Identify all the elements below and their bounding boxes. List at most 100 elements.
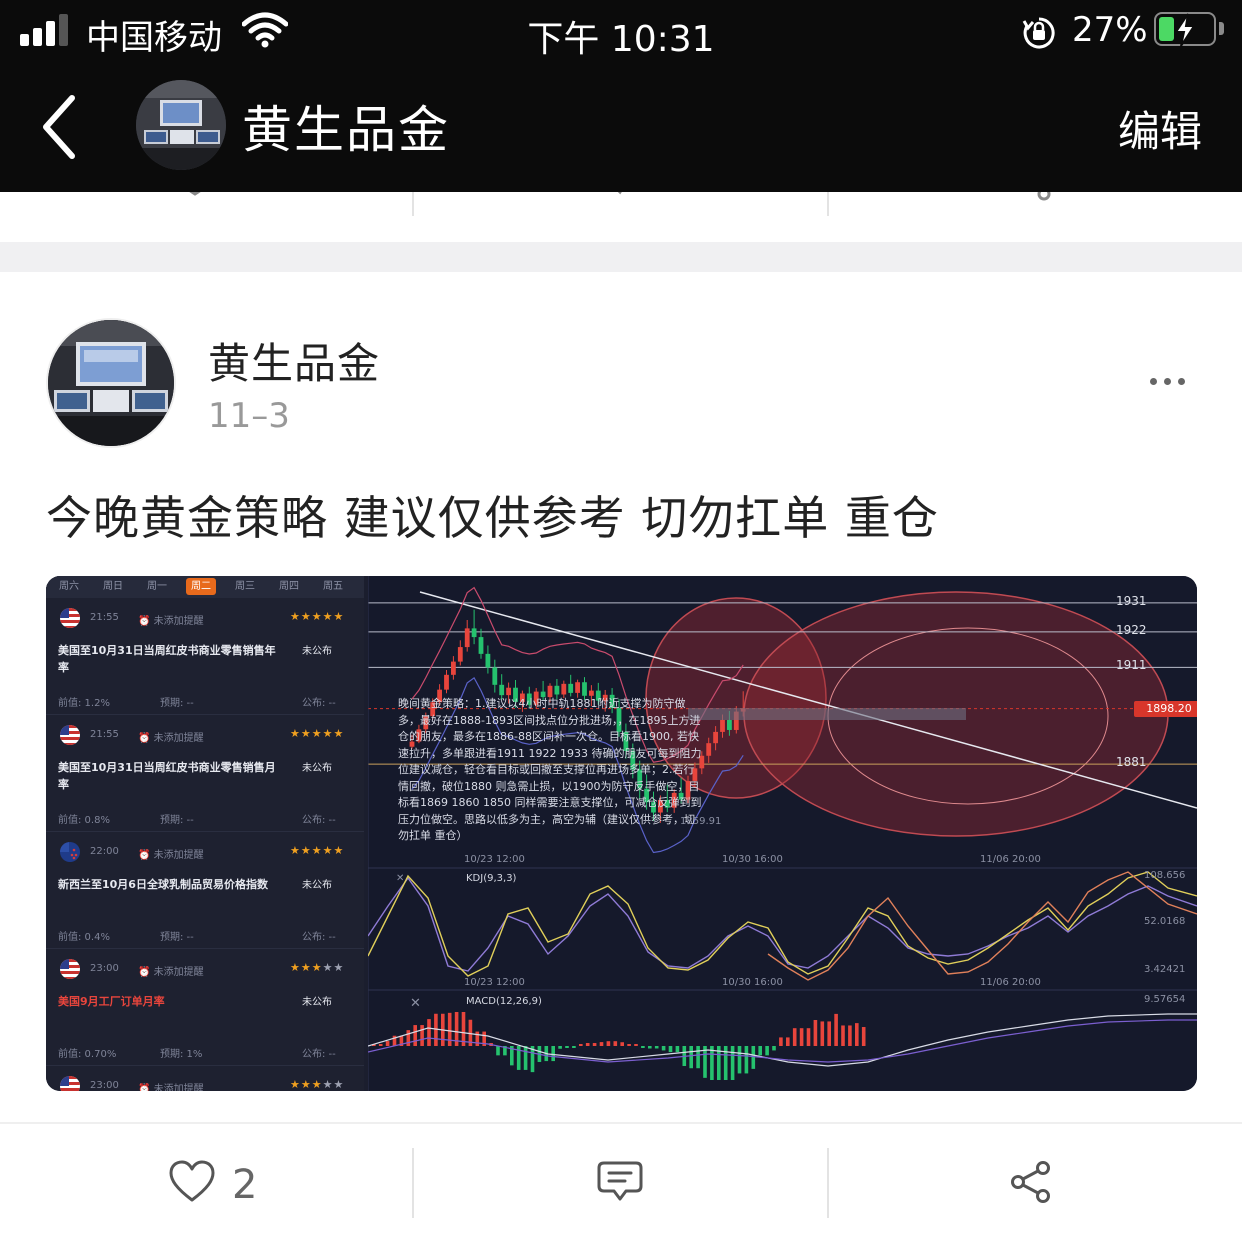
event-prev: 前值: 0.70% [58,1049,117,1060]
close-icon[interactable]: ✕ [410,996,421,1011]
macd-histogram-bar [427,1019,431,1046]
event-forecast: 预期: -- [160,815,194,826]
weekday-tab[interactable]: 周六 [54,578,84,595]
macd-histogram-bar [806,1028,811,1046]
weekday-tab[interactable]: 周五 [318,578,348,595]
event-prev: 前值: 1.2% [58,698,110,709]
macd-histogram-bar [606,1041,611,1046]
calendar-event[interactable]: 22:00 ⏰ 未添加提醒 ★★★★★ 新西兰至10月6日全球乳制品贸易价格指数 未公布… [46,832,364,949]
weekday-tab[interactable]: 周四 [274,578,304,595]
event-title: 美国至10月31日当周红皮书商业零售销售年率 [58,644,276,674]
reminder-label: 未添加提醒 [153,1084,204,1091]
share-icon [1011,1161,1050,1203]
author-avatar[interactable] [48,320,174,446]
macd-histogram-bar [565,1046,569,1048]
share-icon [1037,192,1051,201]
edit-button[interactable]: 编辑 [1118,98,1202,159]
candle-body [582,682,587,696]
current-price-tag: 1898.20 [1134,700,1197,717]
price-level-label: 1922 [1116,622,1147,637]
event-reminder[interactable]: ⏰ 未添加提醒 [138,846,204,861]
note-highlight-band [688,708,966,720]
post-image[interactable]: 周六 周日 周一 周二 周三 周四 周五 21:55 ⏰ 未添加提醒 ★★★★★ 美国至10月31… [46,576,1197,1091]
event-status: 未公布 [302,880,332,891]
nav-avatar[interactable] [136,80,226,170]
time-axis-label: 11/06 20:00 [980,854,1041,865]
macd-histogram-bar [475,1031,480,1046]
weekday-tab[interactable]: 周日 [98,578,128,595]
like-button[interactable]: 2 [0,1124,412,1235]
us-flag-icon [60,725,80,745]
weekday-tab[interactable]: 周二 [186,578,216,595]
kdj-k-line [367,871,1197,977]
macd-histogram-bar [689,1046,693,1069]
macd-histogram-bar [765,1046,769,1056]
post-text: 今晚黄金策略 建议仅供参考 切勿扛单 重仓 [46,491,939,545]
time-axis-label: 11/06 20:00 [980,977,1041,988]
kdj-axis-value: 3.42421 [1144,964,1186,975]
macd-histogram-bar [648,1046,652,1049]
macd-histogram-bar [841,1025,845,1046]
event-forecast: 预期: 1% [160,1049,203,1060]
candle-body [589,690,594,696]
price-level-label: 1931 [1116,593,1147,608]
macd-histogram-bar [696,1046,700,1069]
event-reminder[interactable]: ⏰ 未添加提醒 [138,963,204,978]
event-actual: 公布: -- [302,698,336,709]
event-reminder[interactable]: ⏰ 未添加提醒 [138,729,204,744]
event-actual: 公布: -- [302,815,336,826]
event-values: 前值: 0.4% 预期: -- 公布: -- [58,928,353,943]
event-prev: 前值: 0.8% [58,815,110,826]
strategy-note: 晚间黄金策略：1.建议以4小时中轨1881附近支撑为防守做多，最好在1888-1… [398,697,702,842]
macd-histogram-bar [599,1042,604,1046]
macd-histogram-bar [848,1025,852,1046]
event-values: 前值: 1.2% 预期: -- 公布: -- [58,694,353,709]
author-name[interactable]: 黄生品金 [208,330,380,391]
macd-histogram-bar [385,1041,390,1046]
candle-body [554,685,560,695]
battery-tip [1219,22,1224,35]
macd-histogram-bar [406,1030,411,1046]
candle-body [506,687,511,696]
heart-icon [189,192,201,196]
weekday-tabs: 周六 周日 周一 周二 周三 周四 周五 [46,576,364,598]
macd-histogram-bar [675,1046,680,1053]
candle-body [478,637,484,654]
macd-histogram-bar [820,1021,825,1046]
event-prev: 前值: 0.4% [58,932,110,943]
post-date: 11–3 [208,396,290,436]
reminder-label: 未添加提醒 [153,967,204,978]
comment-button[interactable] [414,1124,828,1235]
candle-body [575,682,580,693]
event-time: 21:55 [90,729,119,740]
macd-histogram-bar [744,1046,749,1074]
note-extra-value: 1859.91 [680,816,722,827]
calendar-event[interactable]: 21:55 ⏰ 未添加提醒 ★★★★★ 美国至10月31日当周红皮书商业零售销售月率 未… [46,715,364,832]
macd-histogram-bar [786,1037,790,1046]
chevron-left-icon[interactable] [36,92,86,162]
calendar-event[interactable]: 23:00 ⏰ 未添加提醒 ★★★★★ [46,1066,364,1091]
macd-histogram-bar [855,1023,859,1046]
macd-histogram-bar [420,1025,424,1046]
more-dots-icon[interactable] [1148,374,1188,390]
comment-icon [597,1161,643,1201]
event-reminder[interactable]: ⏰ 未添加提醒 [138,1080,204,1091]
close-icon[interactable]: ✕ [396,873,404,884]
macd-histogram-bar [620,1042,624,1046]
time-axis-label: 10/23 12:00 [464,977,525,988]
calendar-event[interactable]: 23:00 ⏰ 未添加提醒 ★★★★★ 美国9月工厂订单月率 未公布 前值: 0.70% 预… [46,949,364,1066]
weekday-tab[interactable]: 周三 [230,578,260,595]
macd-histogram-bar [772,1046,776,1051]
weekday-tab[interactable]: 周一 [142,578,172,595]
us-flag-icon [60,959,80,979]
share-button[interactable] [829,1124,1242,1235]
event-time: 23:00 [90,963,119,974]
event-reminder[interactable]: ⏰ 未添加提醒 [138,612,204,627]
calendar-event[interactable]: 21:55 ⏰ 未添加提醒 ★★★★★ 美国至10月31日当周红皮书商业零售销售年率 未… [46,598,364,715]
event-time: 22:00 [90,846,119,857]
battery-percent: 27% [1072,10,1148,50]
candle-body [485,653,491,668]
macd-histogram-bar [751,1046,756,1069]
trading-desk-image [48,320,174,446]
kdj-axis-value: 108.656 [1144,870,1186,881]
